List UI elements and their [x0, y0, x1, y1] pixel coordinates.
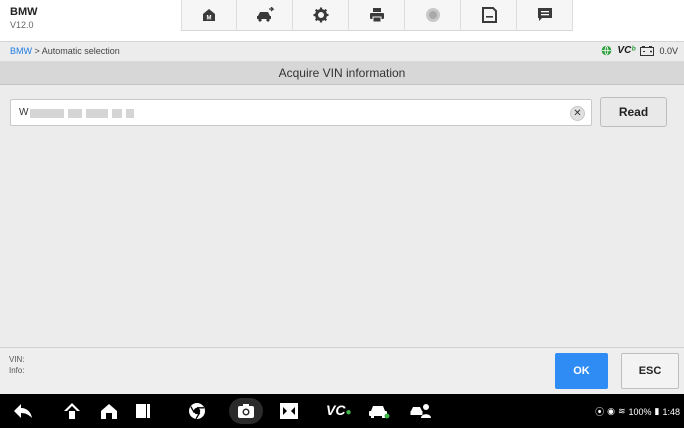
screen-capture-icon [280, 403, 298, 419]
vin-input-value: W [19, 107, 29, 118]
content-area: W ✕ Read [0, 85, 684, 347]
vin-mask-block [68, 109, 82, 118]
vehicle-make: BMW [10, 6, 38, 18]
nav-vehicle-button[interactable] [368, 401, 390, 421]
home-button[interactable]: M [181, 0, 237, 31]
breadcrumb-current: Automatic selection [41, 46, 120, 56]
connection-status: VCᵇ 0.0V [601, 45, 678, 56]
nav-vci-app-button[interactable]: VC● [326, 402, 352, 418]
vin-redacted-mask [30, 109, 134, 118]
breadcrumb-bar: BMW > Automatic selection VCᵇ 0.0V [0, 42, 684, 62]
settings-button[interactable] [293, 0, 349, 31]
info-label: Info: [9, 366, 25, 375]
vehicle-swap-icon [256, 7, 275, 22]
printer-icon [369, 8, 384, 23]
camera-icon [238, 404, 254, 418]
vci-logo-text: VC [617, 45, 632, 56]
vci-connected-icon: ᵇ [631, 45, 636, 56]
battery-icon: ▮ [654, 406, 660, 416]
top-toolbar: BMW V12.0 M [0, 0, 684, 42]
settings-gear-icon [313, 7, 328, 23]
vin-mask-block [112, 109, 122, 118]
car-icon [369, 406, 390, 419]
vin-mask-block [126, 109, 134, 118]
battery-level: 100% [628, 406, 652, 417]
save-icon [481, 7, 497, 23]
toolbar-buttons: M [181, 0, 573, 31]
wifi-icon: ≋ [617, 406, 626, 416]
nav-screen-record-button[interactable] [278, 401, 300, 421]
browser-icon [189, 403, 205, 420]
save-button[interactable] [461, 0, 517, 31]
nav-up-button[interactable] [61, 401, 83, 421]
read-button[interactable]: Read [600, 97, 667, 127]
location-icon: ⦿ [595, 407, 605, 417]
home-icon [101, 403, 117, 419]
software-version: V12.0 [10, 20, 34, 30]
ok-button[interactable]: OK [555, 353, 608, 389]
back-arrow-icon [14, 404, 32, 418]
voltage-reading: 0.0V [659, 45, 678, 56]
battery-voltage-icon [640, 45, 655, 56]
vehicle-swap-button[interactable] [237, 0, 293, 31]
nav-back-button[interactable] [12, 401, 34, 421]
message-button[interactable] [517, 0, 573, 31]
info-panel: VIN: Info: OK ESC [0, 347, 684, 394]
vin-input[interactable]: W ✕ [10, 99, 592, 126]
screen-title: Acquire VIN information [0, 62, 684, 85]
clock: 1:48 [662, 406, 680, 417]
nav-home-button[interactable] [98, 401, 120, 421]
help-icon [425, 8, 440, 22]
vin-label: VIN: [9, 355, 25, 364]
vin-mask-block [86, 109, 108, 118]
network-globe-icon [602, 45, 612, 56]
nav-camera-button[interactable] [229, 398, 263, 424]
clear-x-icon: ✕ [573, 107, 582, 119]
svg-text:M: M [207, 16, 212, 22]
help-button[interactable] [405, 0, 461, 31]
vci-app-dot-icon: ● [345, 407, 352, 418]
vin-mask-block [30, 109, 64, 118]
breadcrumb: BMW > Automatic selection [10, 46, 120, 56]
print-button[interactable] [349, 0, 405, 31]
nav-recents-button[interactable] [132, 401, 154, 421]
breadcrumb-root-link[interactable]: BMW [10, 46, 32, 56]
vci-app-label: VC [326, 402, 346, 418]
remote-expert-icon [410, 404, 431, 418]
clear-input-button[interactable]: ✕ [570, 106, 585, 121]
android-nav-bar: VC● ⦿ ◉ ≋ 100% ▮ 1:48 [0, 394, 684, 428]
breadcrumb-separator: > [32, 46, 42, 56]
esc-button[interactable]: ESC [621, 353, 679, 389]
recents-square-icon [136, 404, 150, 418]
nav-browser-button[interactable] [186, 401, 208, 421]
system-tray: ⦿ ◉ ≋ 100% ▮ 1:48 [595, 405, 680, 418]
vehicle-brand: BMW V12.0 [10, 6, 38, 32]
chevron-up-home-icon [64, 403, 80, 419]
sync-icon: ◉ [607, 406, 615, 416]
home-m-icon: M [203, 9, 215, 22]
vci-status-logo: VCᵇ [617, 45, 635, 56]
message-icon [537, 8, 552, 21]
vin-info-text: VIN: Info: [9, 354, 25, 376]
nav-remote-expert-button[interactable] [410, 401, 432, 421]
